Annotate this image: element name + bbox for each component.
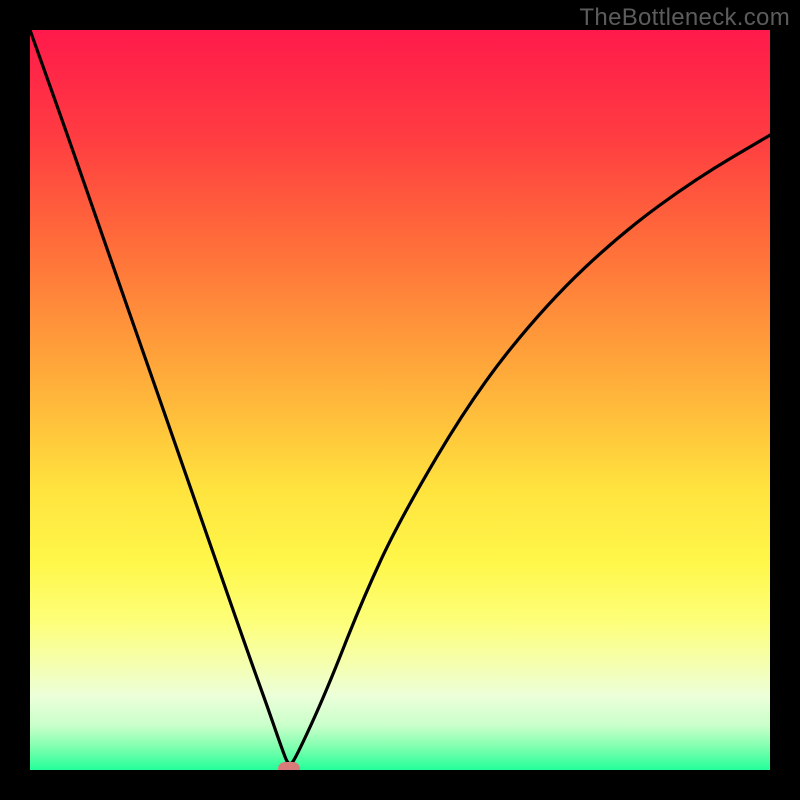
curve-layer bbox=[30, 30, 770, 770]
watermark-text: TheBottleneck.com bbox=[579, 4, 790, 32]
chart-frame: TheBottleneck.com bbox=[0, 0, 800, 800]
min-marker bbox=[278, 762, 300, 770]
bottleneck-curve bbox=[30, 30, 770, 764]
plot-area bbox=[30, 30, 770, 770]
